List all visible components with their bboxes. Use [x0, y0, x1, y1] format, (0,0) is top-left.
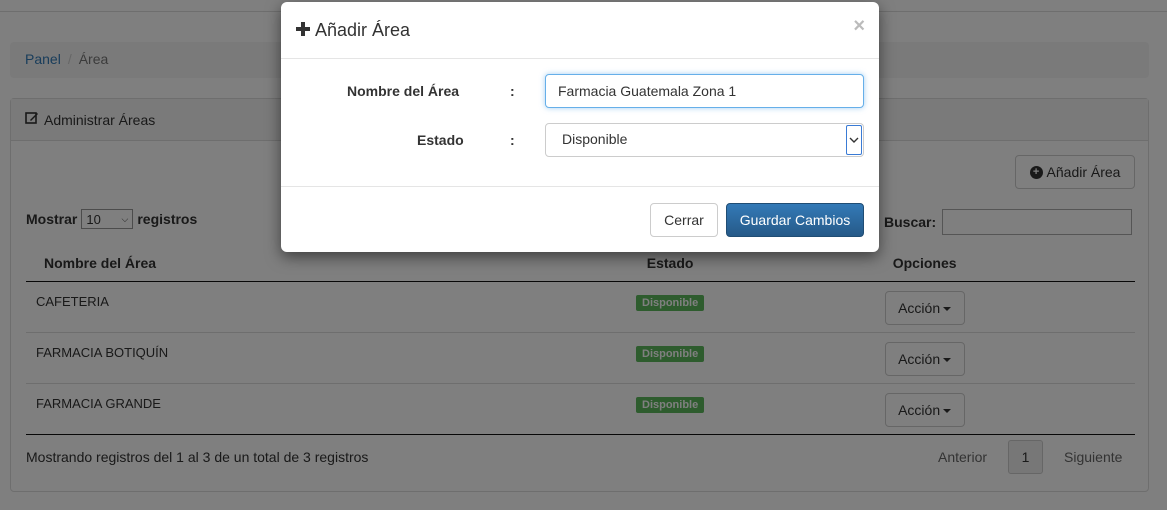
area-name-colon: : [510, 83, 515, 99]
close-icon[interactable]: × [853, 15, 865, 38]
modal-header: Añadir Área × [281, 2, 879, 59]
add-area-modal: Añadir Área × Nombre del Área : Estado :… [281, 2, 879, 252]
status-colon: : [510, 132, 515, 148]
plus-icon [296, 20, 310, 41]
close-button[interactable]: Cerrar [650, 203, 718, 237]
modal-footer: Cerrar Guardar Cambios [281, 187, 879, 251]
save-changes-button[interactable]: Guardar Cambios [726, 203, 864, 237]
area-name-input[interactable] [545, 74, 864, 108]
area-name-label: Nombre del Área [347, 83, 460, 99]
status-label: Estado [417, 132, 464, 148]
modal-body: Nombre del Área : Estado : Disponible [281, 59, 879, 187]
modal-title: Añadir Área [296, 20, 410, 41]
modal-title-text: Añadir Área [315, 19, 411, 40]
status-select[interactable]: Disponible [545, 123, 864, 157]
status-select-value: Disponible [562, 131, 628, 147]
chevron-down-icon [846, 125, 862, 155]
